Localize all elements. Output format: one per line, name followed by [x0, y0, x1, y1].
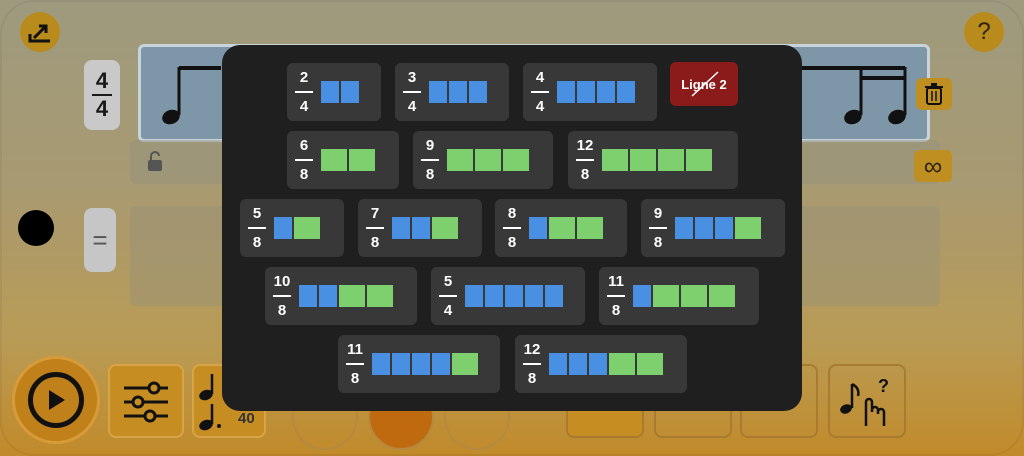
tap-help-icon: ? — [840, 376, 889, 426]
equals-icon: = — [92, 224, 108, 255]
trash-icon — [925, 83, 943, 105]
time-signature-top: 4 — [95, 68, 109, 93]
option-2-4[interactable]: 24 — [287, 63, 381, 121]
option-fraction: 12 8 — [576, 137, 594, 183]
loop-button[interactable]: ∞ — [914, 150, 952, 182]
option-9-8[interactable]: 98 — [413, 131, 553, 189]
record-indicator[interactable] — [18, 210, 54, 246]
equals-button[interactable]: = — [84, 208, 116, 272]
export-icon — [28, 24, 50, 43]
beat-blocks — [675, 217, 761, 239]
option-fraction: 68 — [287, 137, 321, 183]
strike-icon — [691, 71, 719, 97]
infinity-icon: ∞ — [923, 150, 943, 181]
beat-blocks — [549, 353, 663, 375]
beat-blocks — [633, 285, 735, 307]
beat-blocks — [321, 81, 359, 103]
svg-text:?: ? — [878, 376, 889, 396]
option-fraction: 24 — [287, 69, 321, 115]
option-8-8[interactable]: 88 — [495, 199, 627, 257]
beat-blocks — [372, 353, 478, 375]
option-9-8-mixed[interactable]: 98 — [641, 199, 785, 257]
beat-blocks — [392, 217, 458, 239]
quarter-note-icon — [199, 374, 221, 431]
remove-line-button[interactable]: Ligne 2 — [670, 62, 738, 106]
option-5-4[interactable]: 54 — [431, 267, 585, 325]
option-7-8[interactable]: 78 — [358, 199, 482, 257]
tempo-value: 40 — [238, 410, 255, 427]
option-fraction: 34 — [395, 69, 429, 115]
play-icon — [28, 372, 84, 428]
beat-blocks — [557, 81, 635, 103]
settings-button[interactable] — [108, 364, 184, 438]
beat-blocks — [299, 285, 393, 307]
option-fraction: 44 — [523, 69, 557, 115]
help-button[interactable]: ? — [964, 12, 1004, 52]
time-signature-bottom: 4 — [95, 96, 109, 121]
option-11-8-mixed[interactable]: 11 8 — [338, 335, 500, 393]
beat-blocks — [447, 149, 529, 171]
tap-help-button[interactable]: ? — [828, 364, 906, 438]
option-3-4[interactable]: 34 — [395, 63, 509, 121]
option-12-8-mixed[interactable]: 12 8 — [515, 335, 687, 393]
option-4-4[interactable]: 44 — [523, 63, 657, 121]
play-button[interactable] — [12, 356, 100, 444]
option-fraction: 11 8 — [607, 273, 625, 319]
beat-blocks — [274, 217, 320, 239]
option-fraction: 88 — [495, 205, 529, 251]
delete-button[interactable] — [916, 78, 952, 110]
beat-blocks — [602, 149, 712, 171]
option-fraction: 58 — [240, 205, 274, 251]
help-icon: ? — [977, 18, 991, 45]
option-5-8[interactable]: 58 — [240, 199, 344, 257]
option-11-8[interactable]: 11 8 — [599, 267, 759, 325]
export-button[interactable] — [20, 12, 60, 52]
option-10-8[interactable]: 10 8 — [265, 267, 417, 325]
option-fraction: 54 — [431, 273, 465, 319]
option-6-8[interactable]: 68 — [287, 131, 399, 189]
option-12-8[interactable]: 12 8 — [568, 131, 738, 189]
option-fraction: 98 — [641, 205, 675, 251]
sliders-icon — [124, 381, 168, 423]
beat-blocks — [529, 217, 603, 239]
beat-blocks — [429, 81, 487, 103]
time-signature-button[interactable]: 4 4 — [84, 60, 120, 130]
option-fraction: 78 — [358, 205, 392, 251]
option-fraction: 11 8 — [346, 341, 364, 387]
option-fraction: 98 — [413, 137, 447, 183]
option-fraction: 10 8 — [273, 273, 291, 319]
unlock-icon[interactable] — [146, 150, 164, 172]
beat-blocks — [321, 149, 375, 171]
beat-blocks — [465, 285, 563, 307]
option-fraction: 12 8 — [523, 341, 541, 387]
